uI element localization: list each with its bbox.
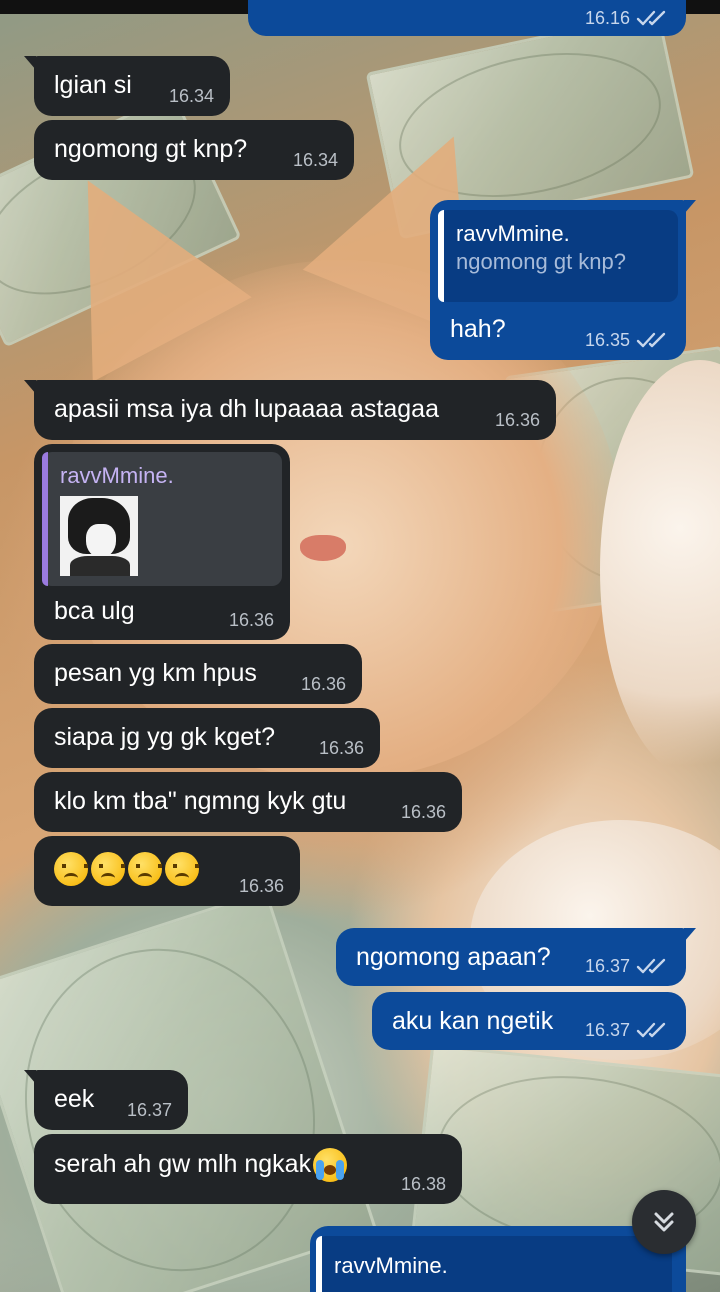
sad-face-emoji-icon (54, 852, 88, 886)
message-time: 16.16 (584, 8, 630, 28)
message-text: siapa jg yg gk kget? (54, 723, 275, 751)
message-text: serah ah gw mlh ngkak (54, 1149, 312, 1178)
message-bubble[interactable]: lgian si 16.34 (24, 56, 230, 116)
reply-text: ngomong gt knp? (456, 249, 627, 274)
message-time: 16.37 (126, 1100, 172, 1120)
message-time: 16.36 (228, 610, 274, 630)
double-check-icon (636, 332, 666, 348)
message-time: 16.34 (292, 150, 338, 170)
message-bubble[interactable]: klo km tba" ngmng kyk gtu 16.36 (34, 772, 462, 832)
message-bubble[interactable]: ngomong apaan? 16.37 (336, 928, 696, 986)
reply-author: ravvMmine. (334, 1253, 448, 1278)
message-bubble[interactable]: siapa jg yg gk kget? 16.36 (34, 708, 380, 768)
reply-quote[interactable]: ravvMmine. ngomong gt knp? (438, 210, 678, 302)
double-check-icon (636, 1022, 666, 1038)
message-time: 16.36 (318, 738, 364, 758)
sad-face-emoji-icon (165, 852, 199, 886)
message-bubble[interactable]: apasii msa iya dh lupaaaa astagaa 16.36 (24, 380, 556, 440)
scroll-to-bottom-button[interactable] (632, 1190, 696, 1254)
message-text: lgian si (54, 71, 132, 99)
message-text: apasii msa iya dh lupaaaa astagaa (54, 395, 439, 423)
message-time: 16.36 (238, 876, 284, 896)
message-text: hah? (450, 315, 506, 343)
message-text: bca ulg (54, 597, 135, 625)
message-text: ngomong apaan? (356, 943, 551, 971)
message-bubble-emoji[interactable]: 16.36 (34, 836, 300, 906)
message-bubble[interactable]: ngomong gt knp? 16.34 (34, 120, 354, 180)
message-text: ngomong gt knp? (54, 135, 248, 163)
reply-author: ravvMmine. (60, 463, 174, 488)
message-bubble[interactable]: eek 16.37 (24, 1070, 188, 1130)
message-time: 16.36 (494, 410, 540, 430)
message-text: aku kan ngetik (392, 1007, 554, 1035)
message-text: klo km tba" ngmng kyk gtu (54, 787, 347, 815)
double-check-icon (636, 958, 666, 974)
message-time: 16.36 (300, 674, 346, 694)
message-time: 16.35 (584, 330, 630, 350)
message-time: 16.38 (400, 1174, 446, 1194)
message-bubble-reply-partial[interactable]: ravvMmine. (310, 1226, 696, 1292)
reply-quote[interactable]: ravvMmine. (42, 452, 282, 586)
message-time: 16.37 (584, 1020, 630, 1040)
message-bubble[interactable]: aku kan ngetik 16.37 (372, 992, 686, 1050)
reply-author: ravvMmine. (456, 221, 570, 246)
message-time: 16.36 (400, 802, 446, 822)
sad-face-emoji-icon (91, 852, 125, 886)
chevrons-down-icon (654, 1212, 674, 1232)
message-bubble-partial[interactable]: 16.16 (248, 0, 686, 36)
sad-face-emoji-icon (128, 852, 162, 886)
double-check-icon (636, 10, 666, 26)
reply-quote[interactable]: ravvMmine. (316, 1236, 672, 1292)
message-time: 16.34 (168, 86, 214, 106)
loudly-crying-face-emoji-icon (313, 1148, 348, 1182)
message-text: eek (54, 1085, 95, 1113)
message-bubble[interactable]: pesan yg km hpus 16.36 (34, 644, 362, 704)
message-bubble-reply[interactable]: ravvMmine. bca ulg 16.36 (34, 444, 290, 640)
message-bubble[interactable]: serah ah gw mlh ngkak 16.38 (34, 1134, 462, 1204)
reply-thumbnail-image (60, 496, 138, 576)
message-text: pesan yg km hpus (54, 659, 257, 687)
message-bubble-reply[interactable]: ravvMmine. ngomong gt knp? hah? 16.35 (430, 200, 696, 360)
message-time: 16.37 (584, 956, 630, 976)
